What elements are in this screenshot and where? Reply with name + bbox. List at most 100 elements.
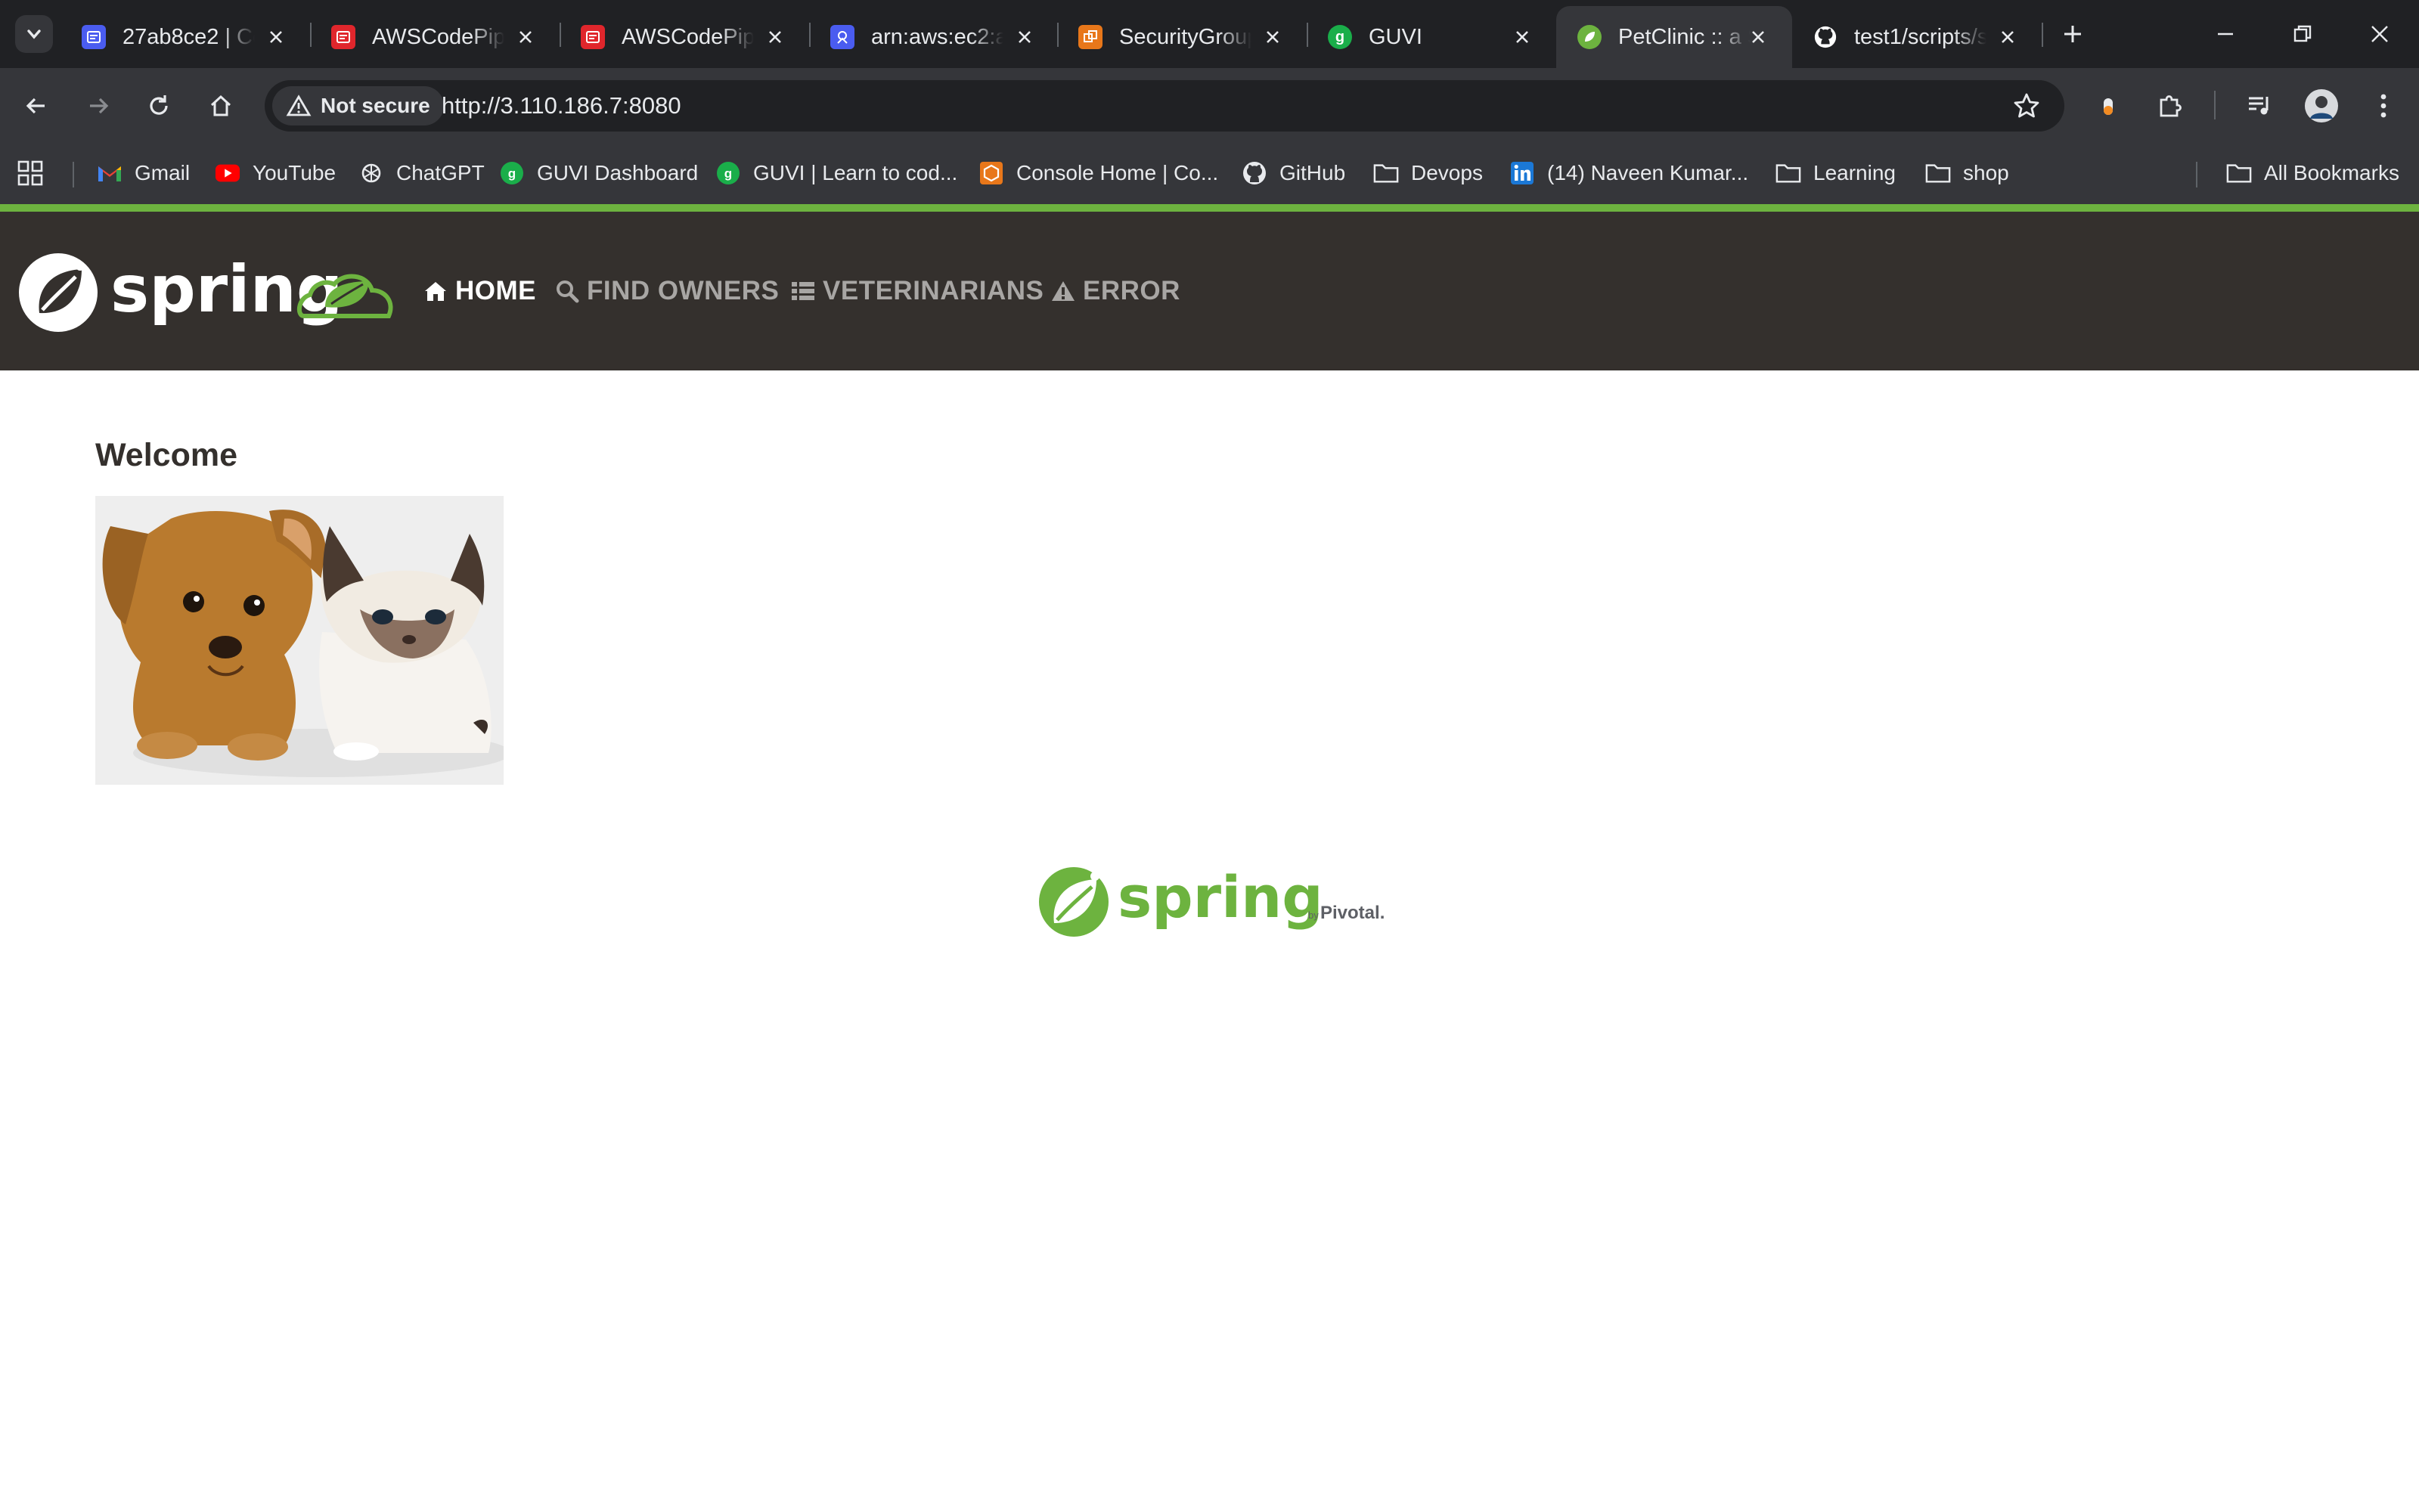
home-button[interactable] bbox=[201, 86, 240, 125]
warning-icon bbox=[1051, 279, 1075, 303]
linkedin-icon bbox=[1509, 160, 1535, 186]
bookmark-folder-learning[interactable]: Learning bbox=[1775, 154, 1896, 192]
warning-icon bbox=[286, 94, 312, 116]
close-icon[interactable] bbox=[1995, 24, 2020, 50]
bookmark-label: Devops bbox=[1411, 161, 1483, 184]
extensions-menu-button[interactable] bbox=[2151, 86, 2190, 125]
close-icon[interactable] bbox=[513, 24, 538, 50]
bookmark-linkedin[interactable]: (14) Naveen Kumar... bbox=[1509, 154, 1748, 192]
browser-tab[interactable]: arn:aws:ec2:ap bbox=[809, 6, 1059, 68]
nav-home[interactable]: HOME bbox=[423, 272, 536, 310]
star-icon bbox=[2014, 93, 2039, 118]
address-bar[interactable]: Not secure http://3.110.186.7:8080 bbox=[265, 80, 2064, 132]
bookmark-gmail[interactable]: Gmail bbox=[97, 154, 190, 192]
tab-title: SecurityGroup bbox=[1119, 24, 1251, 49]
tab-title: AWSCodePipe bbox=[622, 24, 754, 49]
restore-icon bbox=[2293, 25, 2312, 42]
nav-veterinarians[interactable]: VETERINARIANS bbox=[791, 272, 1044, 310]
tab-search-button[interactable] bbox=[15, 15, 53, 53]
arrow-left-icon bbox=[26, 98, 45, 114]
bookmark-label: GUVI Dashboard bbox=[537, 161, 699, 184]
home-icon bbox=[423, 279, 448, 303]
reload-button[interactable] bbox=[139, 86, 178, 125]
close-icon[interactable] bbox=[1509, 24, 1535, 50]
all-bookmarks-button[interactable]: All Bookmarks bbox=[2226, 154, 2399, 192]
browser-tab[interactable]: SecurityGroup bbox=[1057, 6, 1307, 68]
close-icon[interactable] bbox=[1745, 24, 1771, 50]
bookmark-guvi-learn[interactable]: g GUVI | Learn to cod... bbox=[715, 154, 957, 192]
minimize-icon bbox=[2218, 33, 2233, 36]
toolbar-divider bbox=[2214, 91, 2216, 119]
nav-find-owners-label: FIND OWNERS bbox=[587, 276, 780, 305]
puzzle-icon bbox=[2160, 95, 2182, 117]
app-navbar: spring HOME FIND OWNERS VETERINARIANS ER… bbox=[0, 212, 2419, 370]
close-icon[interactable] bbox=[263, 24, 289, 50]
site-info-button[interactable]: Not secure bbox=[272, 86, 444, 125]
spring-petclinic-logo[interactable]: spring bbox=[17, 251, 410, 334]
home-icon bbox=[210, 94, 231, 116]
bookmark-folder-shop[interactable]: shop bbox=[1925, 154, 2009, 192]
close-window-button[interactable] bbox=[2361, 15, 2399, 53]
media-queue-icon bbox=[2249, 97, 2269, 115]
github-icon bbox=[1813, 25, 1838, 49]
spring-leaf-icon bbox=[1577, 25, 1602, 49]
bookmark-star-button[interactable] bbox=[2010, 89, 2043, 122]
plus-icon bbox=[2064, 26, 2081, 42]
nav-find-owners[interactable]: FIND OWNERS bbox=[555, 272, 779, 310]
youtube-icon bbox=[215, 160, 240, 186]
restore-button[interactable] bbox=[2284, 15, 2321, 53]
footer-logo-word: spring bbox=[1118, 863, 1323, 931]
browser-tab-active[interactable]: PetClinic :: a S bbox=[1556, 6, 1792, 68]
aws-codepipeline-icon bbox=[331, 25, 355, 49]
bookmark-folder-devops[interactable]: Devops bbox=[1373, 154, 1483, 192]
bookmark-aws-console[interactable]: Console Home | Co... bbox=[978, 154, 1218, 192]
browser-tab-strip: 27ab8ce2 | Co AWSCodePipe AWSCodePipe ar… bbox=[0, 0, 2419, 68]
bookmark-guvi-dashboard[interactable]: g GUVI Dashboard bbox=[499, 154, 698, 192]
folder-icon bbox=[1775, 160, 1801, 186]
reload-icon bbox=[150, 95, 168, 115]
minimize-button[interactable] bbox=[2207, 15, 2244, 53]
avatar-icon bbox=[2305, 89, 2338, 122]
bookmark-label: GitHub bbox=[1279, 161, 1346, 184]
close-icon[interactable] bbox=[1260, 24, 1285, 50]
search-icon bbox=[555, 279, 579, 303]
new-tab-button[interactable] bbox=[2057, 18, 2089, 50]
browser-menu-button[interactable] bbox=[2364, 86, 2403, 125]
browser-tab[interactable]: test1/scripts/s bbox=[1792, 6, 2042, 68]
browser-tab[interactable]: AWSCodePipe bbox=[560, 6, 809, 68]
tab-title: 27ab8ce2 | Co bbox=[123, 24, 255, 49]
nav-error[interactable]: ERROR bbox=[1051, 272, 1180, 310]
apps-button[interactable] bbox=[17, 154, 44, 192]
tab-title: AWSCodePipe bbox=[372, 24, 504, 49]
chevron-down-icon bbox=[27, 29, 41, 39]
browser-tab[interactable]: AWSCodePipe bbox=[310, 6, 560, 68]
extension-button[interactable] bbox=[2089, 86, 2128, 125]
close-icon[interactable] bbox=[1012, 24, 1037, 50]
browser-tab[interactable]: g GUVI bbox=[1307, 6, 1556, 68]
bookmark-chatgpt[interactable]: ChatGPT bbox=[358, 154, 485, 192]
media-controls-button[interactable] bbox=[2240, 86, 2279, 125]
url-text[interactable]: http://3.110.186.7:8080 bbox=[442, 80, 681, 132]
profile-avatar-button[interactable] bbox=[2302, 86, 2341, 125]
folder-icon bbox=[2226, 160, 2252, 186]
bookmark-label: (14) Naveen Kumar... bbox=[1547, 161, 1749, 184]
forward-button[interactable] bbox=[79, 86, 118, 125]
bookmark-label: shop bbox=[1963, 161, 2009, 184]
back-button[interactable] bbox=[17, 86, 56, 125]
browser-tab[interactable]: 27ab8ce2 | Co bbox=[60, 6, 310, 68]
bookmark-github[interactable]: GitHub bbox=[1242, 154, 1345, 192]
close-icon[interactable] bbox=[762, 24, 788, 50]
nav-home-label: HOME bbox=[455, 276, 536, 305]
bookmark-youtube[interactable]: YouTube bbox=[215, 154, 336, 192]
page-load-bar bbox=[0, 204, 2419, 212]
aws-security-group-icon bbox=[1078, 25, 1103, 49]
chatgpt-icon bbox=[358, 160, 384, 186]
bookmarks-divider bbox=[73, 162, 74, 187]
guvi-icon: g bbox=[1328, 25, 1352, 49]
close-icon bbox=[2371, 26, 2388, 42]
aws-codepipeline-icon bbox=[581, 25, 605, 49]
apps-grid-icon bbox=[17, 160, 43, 186]
not-secure-label: Not secure bbox=[321, 94, 430, 117]
tab-title: arn:aws:ec2:ap bbox=[871, 24, 1003, 49]
aws-ec2-icon bbox=[830, 25, 854, 49]
